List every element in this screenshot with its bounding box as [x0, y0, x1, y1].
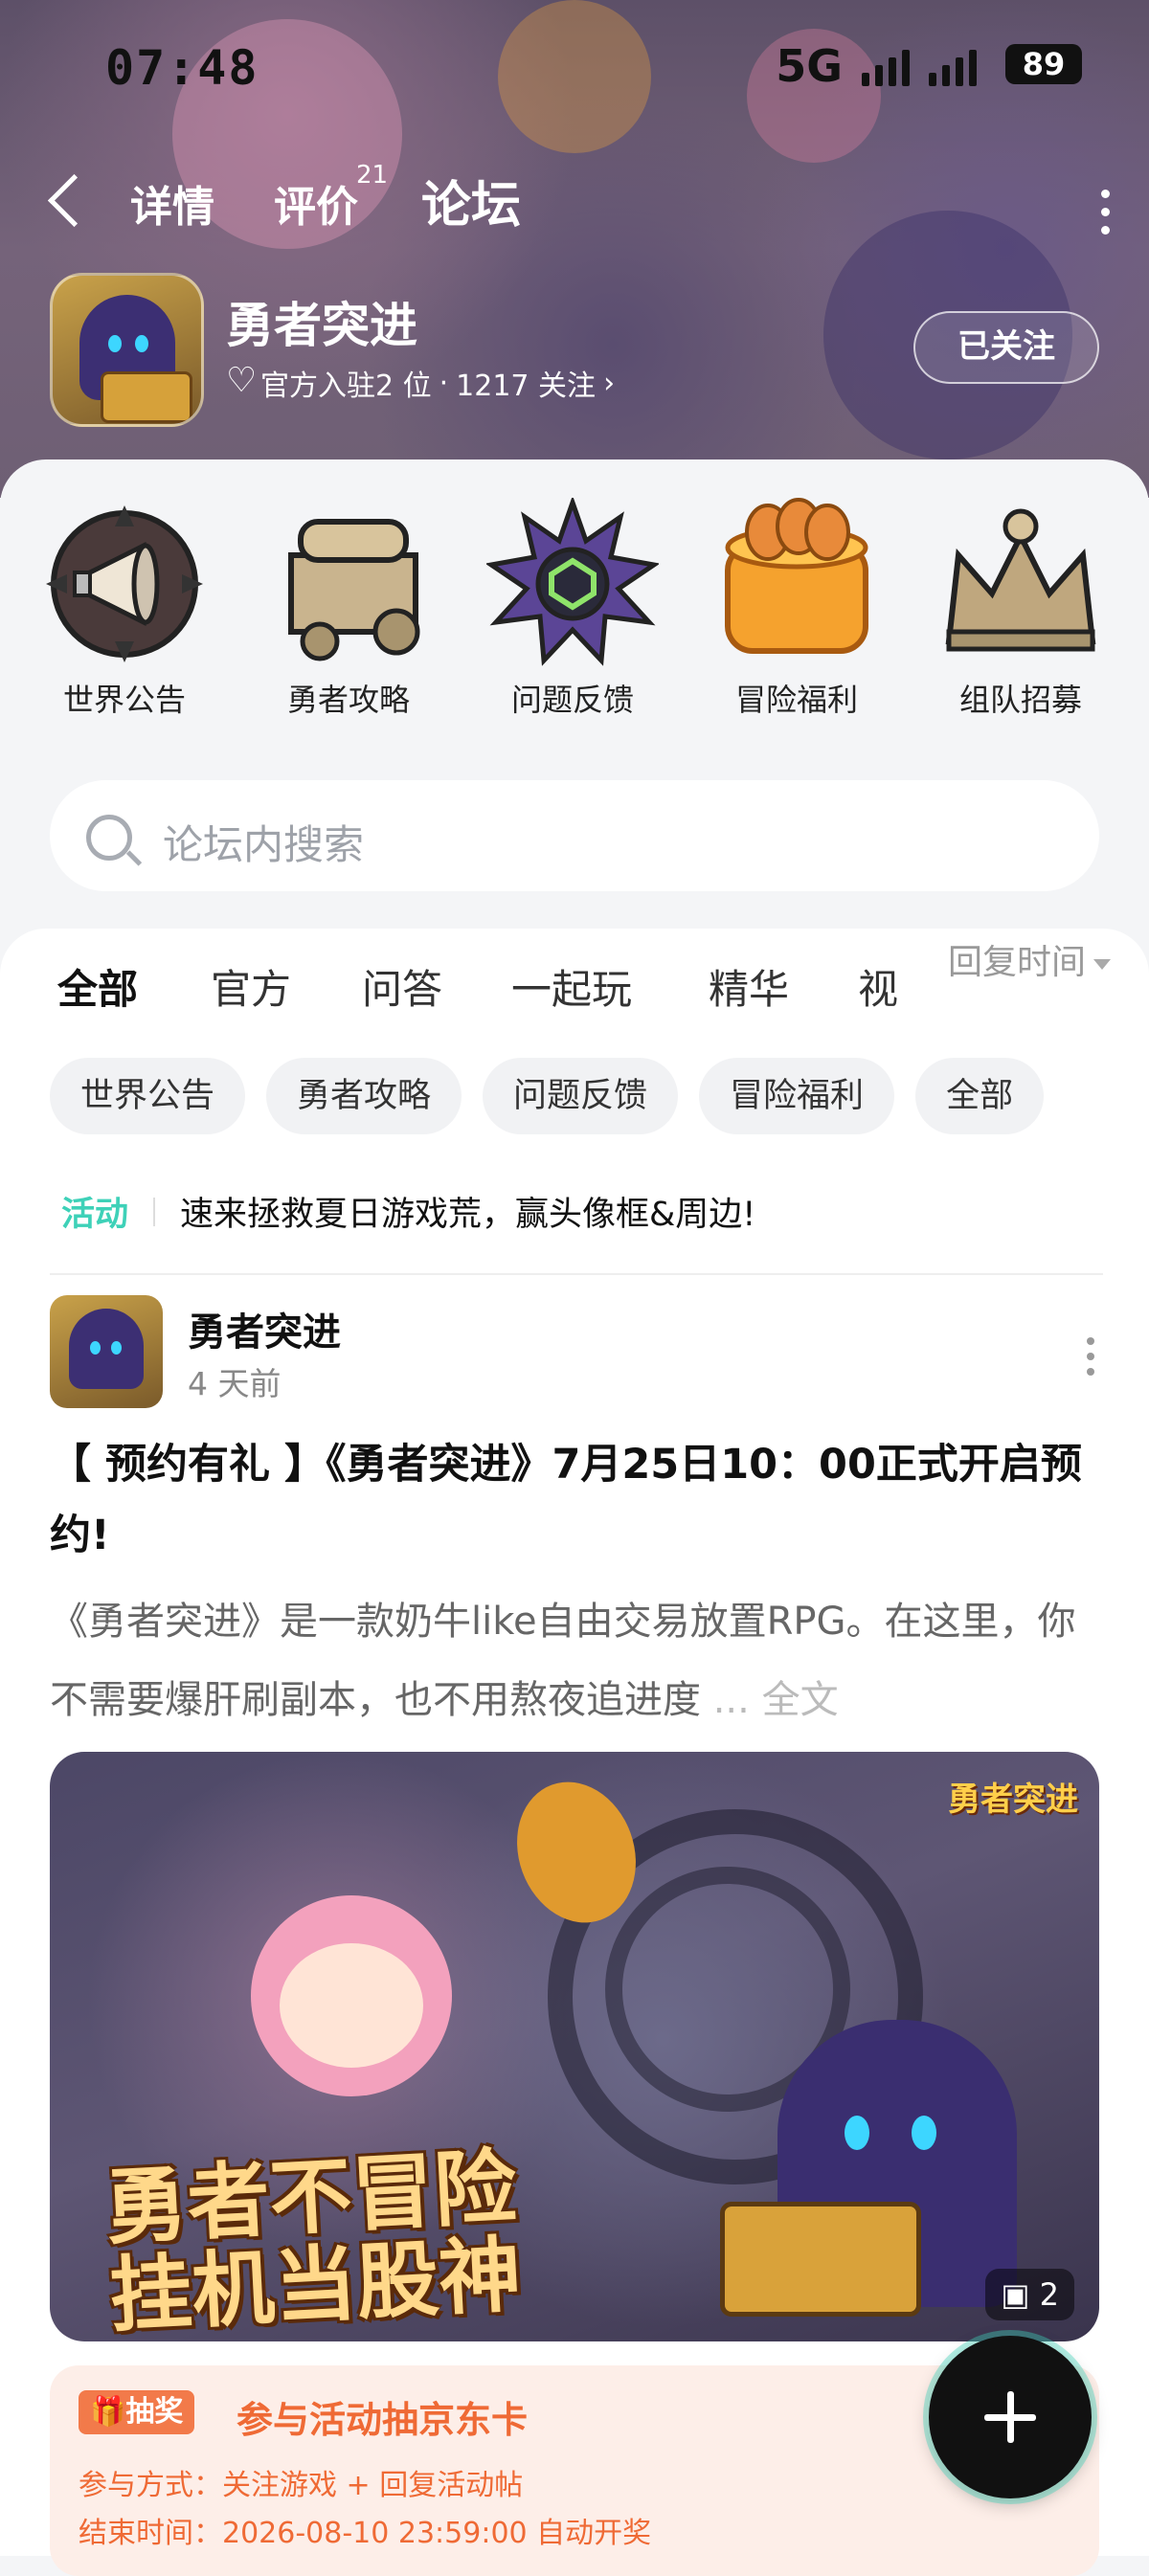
- search-input[interactable]: 论坛内搜索: [50, 780, 1099, 891]
- signal-icon-2: [929, 48, 977, 86]
- heart-icon: [226, 361, 257, 400]
- official-count: 官方入驻2 位: [260, 370, 432, 403]
- post-more-icon[interactable]: [1087, 1337, 1095, 1383]
- avatar[interactable]: [50, 1295, 163, 1408]
- spiked-gear-icon: [484, 495, 661, 670]
- post-author[interactable]: 勇者突进: [188, 1301, 341, 1356]
- filter-chip[interactable]: 勇者攻略: [266, 1058, 462, 1134]
- filter-chip[interactable]: 世界公告: [50, 1058, 246, 1134]
- reviews-count-badge: 21: [356, 161, 389, 190]
- image-count-badge: ▣ 2: [985, 2269, 1074, 2320]
- back-arrow-icon[interactable]: [47, 173, 101, 228]
- follow-button[interactable]: 已关注: [913, 311, 1099, 384]
- activity-banner[interactable]: 活动 速来拯救夏日游戏荒，赢头像框&周边!: [61, 1187, 755, 1236]
- category-label: 组队招募: [958, 682, 1082, 718]
- cover-slogan: 勇者不冒险 挂机当股神: [102, 2139, 524, 2341]
- tab-details[interactable]: 详情: [130, 172, 214, 234]
- status-time: 07:48: [105, 40, 259, 96]
- forum-sheet: 世界公告 勇者攻略 问题反馈 冒险福利 组队招募 论坛内搜索 全部 官方 问答 …: [0, 459, 1149, 2576]
- post-time: 4 天前: [188, 1365, 282, 1402]
- new-post-button[interactable]: [929, 2336, 1092, 2498]
- search-placeholder: 论坛内搜索: [163, 821, 365, 868]
- feed-tab-featured[interactable]: 精华: [709, 957, 789, 1016]
- chevron-right-icon: ›: [603, 366, 616, 400]
- divider: [50, 1273, 1103, 1275]
- game-title: 勇者突进: [226, 298, 417, 353]
- feed-tab-qa[interactable]: 问答: [362, 957, 442, 1016]
- scroll-crate-icon: [262, 498, 435, 670]
- treasure-chest-art: [720, 2202, 921, 2317]
- category-hero-guide[interactable]: 勇者攻略: [253, 498, 444, 720]
- tab-reviews[interactable]: 评价: [274, 172, 358, 234]
- feed-tab-play-together[interactable]: 一起玩: [511, 957, 632, 1016]
- search-icon: [86, 815, 132, 861]
- filter-chips: 世界公告 勇者攻略 问题反馈 冒险福利 全部: [50, 1058, 1149, 1138]
- girl-face-art: [280, 1943, 423, 2068]
- category-feedback[interactable]: 问题反馈: [477, 495, 668, 720]
- game-banner: 07:48 5G 89 详情 评价 21 论坛 勇者突进 官方入驻2 位 · 1…: [0, 0, 1149, 498]
- feed-tab-all[interactable]: 全部: [57, 957, 138, 1023]
- gift-icon: 🎁: [90, 2395, 126, 2429]
- followers-count: 1217 关注: [456, 370, 597, 403]
- cover-logo: 勇者突进: [948, 1781, 1078, 1819]
- top-nav: 详情 评价 21 论坛: [0, 161, 1149, 249]
- filter-chip[interactable]: 冒险福利: [699, 1058, 895, 1134]
- megaphone-icon: [38, 498, 211, 670]
- feed-tab-video[interactable]: 视: [858, 957, 898, 1016]
- category-adventure-benefits[interactable]: 冒险福利: [701, 498, 892, 720]
- category-label: 世界公告: [62, 682, 186, 718]
- game-icon[interactable]: [50, 273, 204, 427]
- signal-icon: [862, 48, 910, 86]
- status-bar: 07:48 5G 89: [105, 40, 1082, 98]
- category-world-announcement[interactable]: 世界公告: [29, 498, 220, 720]
- feed-tab-official[interactable]: 官方: [211, 957, 291, 1016]
- network-label: 5G: [776, 40, 843, 92]
- lottery-title: 参与活动抽京东卡: [237, 2399, 529, 2441]
- category-label: 冒险福利: [734, 682, 858, 718]
- meta-separator: ·: [439, 366, 449, 400]
- lottery-end-time: 结束时间：2026-08-10 23:59:00 自动开奖: [79, 2517, 652, 2550]
- post-body-text: 《勇者突进》是一款奶牛like自由交易放置RPG。在这里，你不需要爆肝刷副本，也…: [50, 1600, 1076, 1722]
- lottery-method: 参与方式：关注游戏 + 回复活动帖: [79, 2469, 524, 2502]
- category-team-recruit[interactable]: 组队招募: [925, 498, 1116, 720]
- activity-text: 速来拯救夏日游戏荒，赢头像框&周边!: [180, 1196, 756, 1234]
- battery-icon: 89: [1005, 44, 1082, 84]
- post-body[interactable]: 《勇者突进》是一款奶牛like自由交易放置RPG。在这里，你不需要爆肝刷副本，也…: [50, 1582, 1113, 1739]
- robot-eye: [912, 2116, 936, 2150]
- filter-chip[interactable]: 问题反馈: [483, 1058, 679, 1134]
- post-cover-image[interactable]: 勇者不冒险 挂机当股神 勇者突进 ▣ 2: [50, 1752, 1099, 2341]
- gift-tag: 🎁抽奖: [79, 2390, 195, 2434]
- activity-tag: 活动: [61, 1196, 129, 1234]
- jelly-cake-icon: [710, 498, 883, 670]
- read-full-link[interactable]: ... 全文: [713, 1678, 839, 1722]
- filter-chip[interactable]: 全部: [915, 1058, 1045, 1134]
- image-count: 2: [1039, 2276, 1059, 2313]
- robot-eye: [845, 2116, 869, 2150]
- game-meta[interactable]: 官方入驻2 位 · 1217 关注 ›: [226, 361, 616, 404]
- cover-slogan-line2: 挂机当股神: [107, 2226, 524, 2341]
- category-label: 勇者攻略: [286, 682, 410, 718]
- more-options-icon[interactable]: [1101, 190, 1111, 244]
- tab-forum[interactable]: 论坛: [421, 165, 522, 236]
- crown-icon: [935, 498, 1107, 670]
- image-icon: ▣: [1001, 2276, 1040, 2313]
- category-grid: 世界公告 勇者攻略 问题反馈 冒险福利 组队招募: [0, 495, 1149, 720]
- post-title[interactable]: 【 预约有礼 】《勇者突进》7月25日10：00正式开启预约!: [50, 1429, 1113, 1571]
- category-label: 问题反馈: [510, 682, 634, 718]
- lottery-tag: 抽奖: [125, 2395, 184, 2429]
- sort-dropdown[interactable]: 回复时间: [948, 934, 1111, 984]
- post-feed: 全部 官方 问答 一起玩 精华 视 回复时间 世界公告 勇者攻略 问题反馈 冒险福利全…: [0, 929, 1149, 2576]
- divider: [153, 1197, 156, 1226]
